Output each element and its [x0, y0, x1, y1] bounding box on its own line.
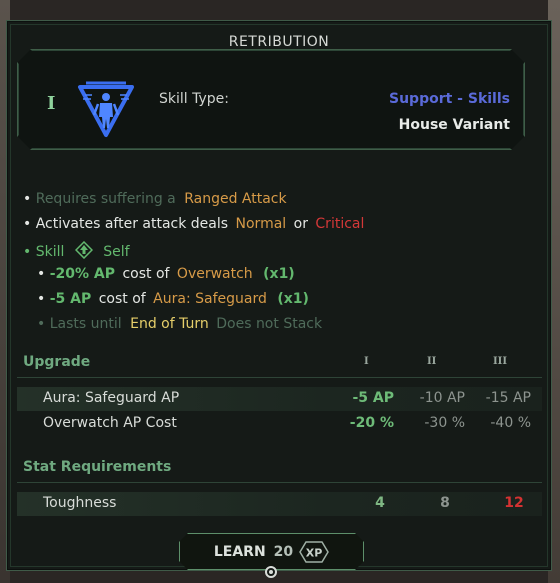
effect-duration: • Lasts until End of Turn Does not Stack [37, 316, 323, 332]
upgrade-row: Overwatch AP Cost -20 % -30 % -40 % [43, 415, 531, 431]
skill-shield-icon [78, 81, 134, 137]
learn-button[interactable]: LEARN 20 XP [179, 533, 364, 570]
stat-requirements-header: Stat Requirements [17, 455, 542, 483]
rank-2-label: II [427, 356, 437, 367]
skill-type-label: Skill Type: [159, 91, 229, 107]
upgrade-row: Aura: Safeguard AP -5 AP -10 AP -15 AP [17, 387, 542, 411]
effect-overwatch: • -20% AP cost of Overwatch (x1) [37, 266, 295, 282]
rank-1-label: I [364, 356, 369, 367]
effect-safeguard: • -5 AP cost of Aura: Safeguard (x1) [37, 291, 309, 307]
skill-rank: I [47, 93, 56, 114]
rank-3-label: III [493, 356, 508, 367]
effect-requirement: • Requires suffering a Ranged Attack [23, 191, 287, 207]
skill-type-value: Support - Skills [389, 91, 510, 107]
effect-target: • Skill Self [23, 241, 130, 260]
stat-row: Toughness 4 8 12 [17, 492, 542, 516]
effect-activation: • Activates after attack deals Normal or… [23, 216, 365, 232]
self-buff-icon [74, 241, 93, 259]
learn-cost: 20 [273, 543, 294, 560]
svg-text:XP: XP [306, 546, 323, 559]
upgrade-header: Upgrade I II III [17, 350, 542, 378]
learn-label: LEARN [213, 543, 266, 560]
xp-icon: XP [299, 541, 329, 563]
learn-indicator-icon [265, 566, 277, 578]
skill-variant: House Variant [398, 117, 510, 133]
